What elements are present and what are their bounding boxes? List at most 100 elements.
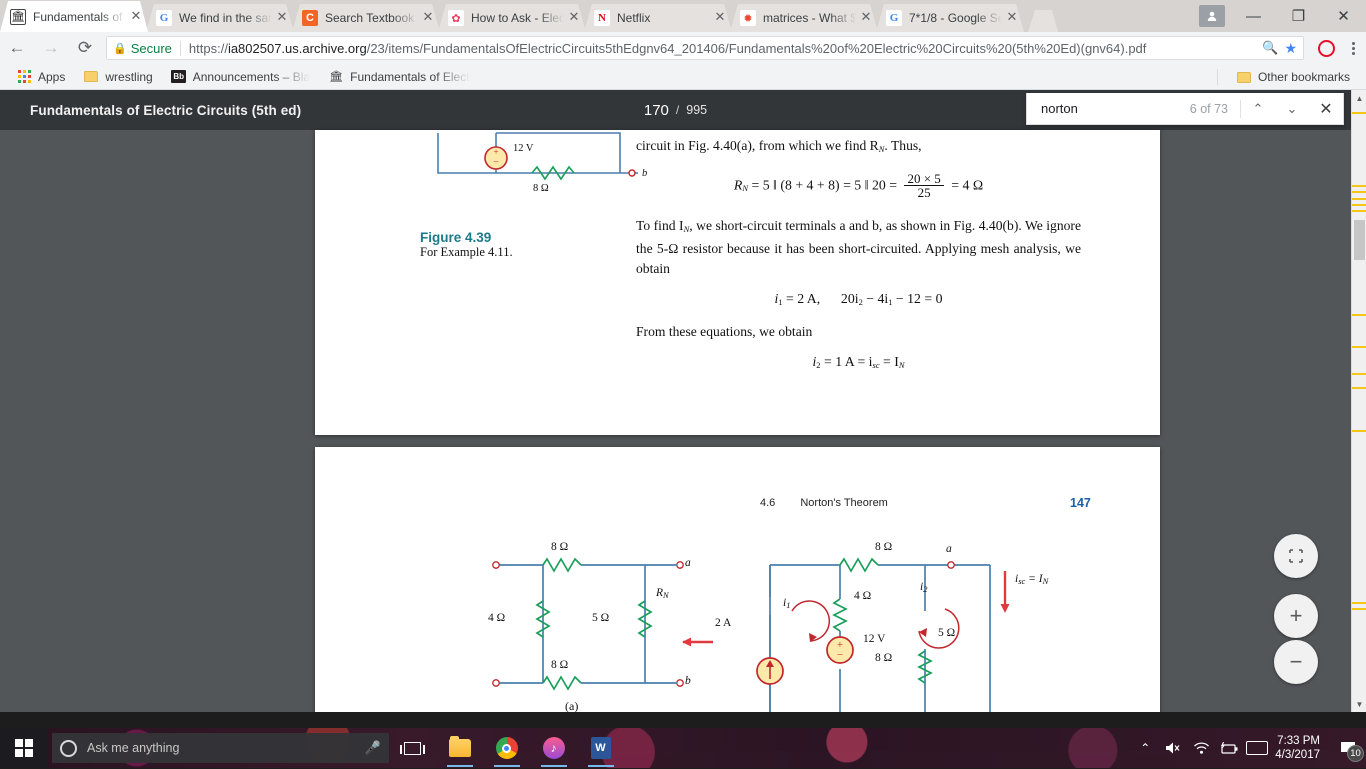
taskbar-app-file-explorer[interactable]: [436, 728, 483, 768]
tab-close-icon[interactable]: ✕: [274, 10, 290, 26]
tab-close-icon[interactable]: ✕: [712, 10, 728, 26]
pdf-zoom-out-button[interactable]: −: [1274, 640, 1318, 684]
itunes-icon: ♪: [543, 737, 565, 759]
task-view-button[interactable]: [389, 728, 436, 768]
url-text: https://ia802507.us.archive.org/23/items…: [189, 41, 1256, 56]
browser-tab-4[interactable]: N Netflix ✕: [584, 4, 732, 32]
running-indicator: [494, 765, 520, 768]
other-bookmarks-button[interactable]: Other bookmarks: [1228, 66, 1358, 88]
chrome-menu-button[interactable]: [1340, 32, 1366, 64]
browser-tab-6[interactable]: G 7*1/8 - Google Sea ✕: [876, 4, 1024, 32]
browser-tab-0[interactable]: 🏛 Fundamentals of El ✕: [0, 1, 148, 32]
tab-close-icon[interactable]: ✕: [128, 9, 144, 25]
profile-avatar-icon[interactable]: [1199, 5, 1225, 27]
action-center-button[interactable]: 10: [1330, 728, 1366, 768]
browser-tab-1[interactable]: G We find in the sam ✕: [146, 4, 294, 32]
omnibox-divider: [180, 41, 181, 56]
tab-close-icon[interactable]: ✕: [858, 10, 874, 26]
svg-text:8 Ω: 8 Ω: [533, 183, 549, 194]
netflix-icon: N: [594, 10, 610, 26]
window-controls: — ❐ ✕: [1199, 0, 1366, 32]
word-icon: W: [591, 737, 611, 759]
figb-label-r-top: 8 Ω: [875, 541, 892, 553]
microphone-icon[interactable]: 🎤: [365, 740, 381, 756]
maximize-button[interactable]: ❐: [1276, 0, 1321, 32]
svg-text:12 V: 12 V: [513, 143, 534, 154]
vertical-scrollbar[interactable]: ▲ ▼: [1351, 90, 1366, 712]
page-zoom-icon[interactable]: 🔍: [1262, 40, 1278, 56]
clock-date: 4/3/2017: [1275, 748, 1320, 762]
scroll-up-arrow[interactable]: ▲: [1352, 90, 1366, 106]
cortana-search-box[interactable]: Ask me anything 🎤: [52, 733, 389, 763]
apps-grid-icon: [16, 69, 32, 85]
pdf-page-170: + − 12 V 8 Ω b Figure 4.39 For Example 4…: [315, 130, 1160, 435]
bookmark-announcements[interactable]: Bb Announcements – Bla: [163, 66, 318, 88]
figb-label-source-voltage: 12 V: [863, 633, 885, 645]
tab-close-icon[interactable]: ✕: [566, 10, 582, 26]
equation-mesh: i1 = 2 A, 20i2 − 4i1 − 12 = 0: [636, 291, 1081, 307]
figa-subcaption: (a): [565, 699, 578, 712]
scroll-down-arrow[interactable]: ▼: [1352, 696, 1366, 712]
pdf-viewer: Fundamentals of Electric Circuits (5th e…: [0, 90, 1366, 712]
reload-button[interactable]: ⟳: [68, 32, 102, 64]
bookmark-star-icon[interactable]: ★: [1284, 40, 1297, 57]
mathematica-icon: ✹: [740, 10, 756, 26]
tab-label: Search Textbook So: [325, 10, 418, 26]
equation-rn: RN = 5 ‖ (8 + 4 + 8) = 5 ‖ 20 = 20 × 525…: [636, 173, 1081, 200]
file-explorer-icon: [449, 739, 471, 757]
find-close-button[interactable]: ✕: [1309, 93, 1343, 125]
pdf-fit-page-button[interactable]: [1274, 534, 1318, 578]
browser-tab-2[interactable]: C Search Textbook So ✕: [292, 4, 440, 32]
figure-4-39-circuit: + − 12 V 8 Ω b: [420, 115, 650, 225]
find-highlight-marker: [1352, 191, 1366, 193]
taskbar-app-itunes[interactable]: ♪: [530, 728, 577, 768]
browser-toolbar: ← → ⟳ 🔒 Secure https://ia802507.us.archi…: [0, 32, 1366, 64]
browser-tab-strip: 🏛 Fundamentals of El ✕ G We find in the …: [0, 0, 1366, 32]
figa-label-r-bottom: 8 Ω: [551, 659, 568, 671]
chegg-icon: C: [302, 10, 318, 26]
minimize-button[interactable]: —: [1231, 0, 1276, 32]
wifi-icon[interactable]: [1187, 728, 1215, 768]
find-previous-button[interactable]: ⌃: [1241, 93, 1275, 125]
tab-close-icon[interactable]: ✕: [420, 10, 436, 26]
figure-caption-subtitle: For Example 4.11.: [420, 245, 513, 260]
start-button[interactable]: [0, 728, 48, 768]
pdf-zoom-in-button[interactable]: +: [1274, 594, 1318, 638]
find-next-button[interactable]: ⌄: [1275, 93, 1309, 125]
back-button[interactable]: ←: [0, 32, 34, 64]
new-tab-button[interactable]: [1028, 10, 1058, 32]
figa-terminal-b: b: [685, 675, 691, 687]
bookmark-fundamentals[interactable]: 🏛 Fundamentals of Elect: [320, 66, 477, 88]
find-input[interactable]: norton: [1027, 101, 1190, 116]
taskbar-app-word[interactable]: W: [577, 728, 624, 768]
find-highlight-marker: [1352, 387, 1366, 389]
url-host: ia802507.us.archive.org: [228, 41, 367, 56]
address-bar[interactable]: 🔒 Secure https://ia802507.us.archive.org…: [106, 36, 1304, 60]
close-window-button[interactable]: ✕: [1321, 0, 1366, 32]
apps-shortcut[interactable]: Apps: [8, 66, 73, 88]
figb-label-r4: 4 Ω: [854, 590, 871, 602]
bookmark-wrestling[interactable]: wrestling: [75, 66, 160, 88]
scrollbar-thumb[interactable]: [1354, 220, 1365, 260]
running-head-title: Norton's Theorem: [800, 497, 888, 509]
forward-button[interactable]: →: [34, 32, 68, 64]
find-highlight-marker: [1352, 210, 1366, 212]
taskbar-app-chrome[interactable]: [483, 728, 530, 768]
browser-tab-5[interactable]: ✹ matrices - What $h ✕: [730, 4, 878, 32]
keyboard-icon[interactable]: [1243, 728, 1271, 768]
tray-expand-chevron-icon[interactable]: ⌃: [1131, 728, 1159, 768]
browser-tab-3[interactable]: ✿ How to Ask - Electr ✕: [438, 4, 586, 32]
find-highlight-marker: [1352, 314, 1366, 316]
opera-extension-icon[interactable]: [1312, 32, 1340, 64]
security-label: Secure: [131, 41, 172, 56]
pdf-pages-area[interactable]: + − 12 V 8 Ω b Figure 4.39 For Example 4…: [0, 130, 1351, 712]
volume-muted-icon[interactable]: [1159, 728, 1187, 768]
taskbar-clock[interactable]: 7:33 PM 4/3/2017: [1271, 734, 1330, 762]
printed-page-number: 147: [1070, 496, 1091, 510]
bookmark-label: wrestling: [105, 70, 152, 84]
battery-charging-icon[interactable]: [1215, 728, 1243, 768]
figure-4-39-caption: Figure 4.39 For Example 4.11.: [420, 230, 513, 260]
tab-close-icon[interactable]: ✕: [1004, 10, 1020, 26]
figb-label-r-bottom: 8 Ω: [875, 652, 892, 664]
blackboard-icon: Bb: [171, 69, 187, 85]
